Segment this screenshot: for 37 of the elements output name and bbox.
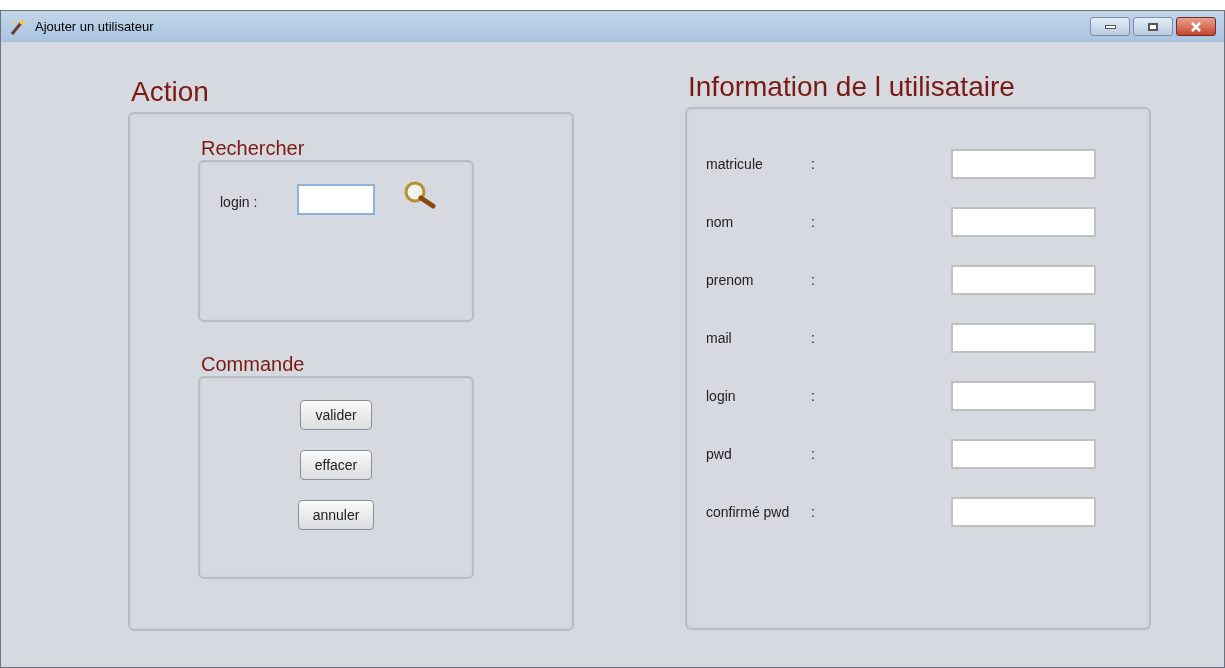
section-subtitle: Commande xyxy=(201,352,306,376)
field-label: mail xyxy=(706,328,733,348)
section-title: Action xyxy=(131,76,210,108)
text-field[interactable] xyxy=(950,207,1096,237)
maximize-button[interactable] xyxy=(1133,17,1173,36)
field-colon: : xyxy=(811,212,815,232)
section-subtitle: Rechercher xyxy=(201,136,306,160)
field-colon: : xyxy=(811,270,815,290)
field-label: matricule xyxy=(706,154,764,174)
login-field[interactable] xyxy=(297,184,376,215)
field-colon: : xyxy=(811,154,815,174)
field-label: login : xyxy=(220,193,258,212)
field-label: pwd xyxy=(706,444,733,464)
text-field[interactable] xyxy=(950,149,1096,179)
field-label: login xyxy=(706,386,737,406)
section-title: Information de l utilisataire xyxy=(688,71,1016,103)
magnifier-icon xyxy=(403,181,438,209)
field-colon: : xyxy=(811,386,815,406)
field-colon: : xyxy=(811,502,815,522)
close-icon xyxy=(1190,21,1202,32)
field-label: nom xyxy=(706,212,735,232)
minimize-button[interactable] xyxy=(1090,17,1130,36)
field-colon: : xyxy=(811,328,815,348)
close-button[interactable] xyxy=(1176,17,1216,36)
text-field[interactable] xyxy=(950,439,1096,469)
text-field[interactable] xyxy=(950,381,1096,411)
action-button[interactable]: valider xyxy=(300,400,372,430)
text-field[interactable] xyxy=(950,323,1096,353)
text-field[interactable] xyxy=(950,265,1096,295)
window-title: Ajouter un utilisateur xyxy=(35,17,154,36)
action-button[interactable]: annuler xyxy=(297,500,375,530)
field-label: prenom xyxy=(706,270,755,290)
field-label: confirmé pwd xyxy=(706,502,791,522)
magic-wand-icon xyxy=(9,17,27,36)
action-button[interactable]: effacer xyxy=(299,450,373,480)
text-field[interactable] xyxy=(950,497,1096,527)
field-colon: : xyxy=(811,444,815,464)
